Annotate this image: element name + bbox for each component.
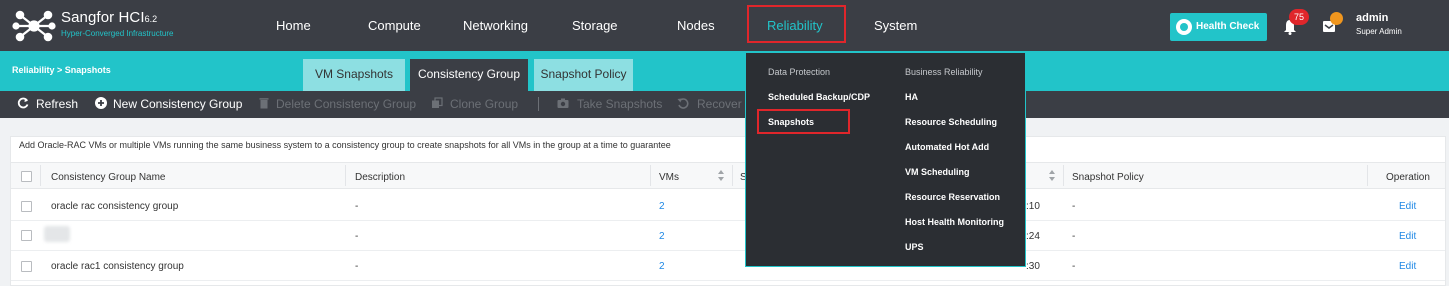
group-name-cell: oracle rac consistency group — [51, 201, 179, 212]
add-circle-icon — [95, 97, 107, 109]
vm-count-link[interactable]: 2 — [659, 231, 665, 242]
snapshot-policy-cell: - — [1072, 201, 1076, 212]
tab-snapshot-policy[interactable]: Snapshot Policy — [534, 59, 633, 91]
column-divider — [345, 165, 346, 186]
business-reliability-heading: Business Reliability — [905, 67, 983, 77]
info-text: Add Oracle-RAC VMs or multiple VMs runni… — [19, 140, 671, 150]
toolbar-divider — [538, 97, 539, 111]
menu-item-automated-hot-add[interactable]: Automated Hot Add — [905, 142, 989, 152]
column-header-vms[interactable]: VMs — [659, 172, 679, 183]
edit-link[interactable]: Edit — [1399, 231, 1416, 242]
breadcrumb: Reliability > Snapshots — [12, 65, 111, 75]
user-menu[interactable]: admin Super Admin — [1356, 12, 1402, 36]
row-checkbox[interactable] — [21, 261, 32, 272]
time-cell: :24 — [1026, 231, 1040, 242]
table-header — [11, 162, 1445, 189]
table-panel — [10, 136, 1446, 286]
column-divider — [40, 165, 41, 186]
nav-networking[interactable]: Networking — [463, 0, 528, 51]
description-cell: - — [355, 261, 359, 272]
column-divider — [650, 165, 651, 186]
column-header-operation: Operation — [1386, 172, 1430, 183]
menu-item-vm-scheduling[interactable]: VM Scheduling — [905, 167, 970, 177]
tab-vm-snapshots[interactable]: VM Snapshots — [303, 59, 405, 91]
menu-item-scheduled-backup[interactable]: Scheduled Backup/CDP — [768, 92, 870, 102]
nav-home[interactable]: Home — [276, 0, 311, 51]
snapshot-policy-cell: - — [1072, 261, 1076, 272]
brand: Sangfor HCI6.2 Hyper-Converged Infrastru… — [61, 9, 174, 38]
trash-icon — [259, 98, 269, 109]
data-protection-heading: Data Protection — [768, 67, 831, 77]
health-check-button[interactable]: Health Check — [1170, 13, 1267, 41]
row-divider — [11, 250, 1445, 251]
row-checkbox[interactable] — [21, 230, 32, 241]
description-cell: - — [355, 201, 359, 212]
health-check-label: Health Check — [1196, 21, 1260, 32]
snapshot-policy-cell: - — [1072, 231, 1076, 242]
refresh-icon — [17, 97, 29, 109]
redacted-name — [44, 226, 70, 242]
sort-icon[interactable] — [718, 170, 724, 181]
column-header-name[interactable]: Consistency Group Name — [51, 172, 166, 183]
vm-count-link[interactable]: 2 — [659, 261, 665, 272]
refresh-button[interactable]: Refresh — [36, 91, 78, 118]
edit-link[interactable]: Edit — [1399, 261, 1416, 272]
recover-button[interactable]: Recover — [697, 91, 742, 118]
clone-icon — [432, 97, 443, 108]
new-consistency-group-button[interactable]: New Consistency Group — [113, 91, 242, 118]
menu-item-ha[interactable]: HA — [905, 92, 918, 102]
menu-item-resource-scheduling[interactable]: Resource Scheduling — [905, 117, 997, 127]
snapshots-highlight-box — [757, 109, 850, 134]
tab-bar — [0, 51, 1449, 91]
menu-item-host-health-monitoring[interactable]: Host Health Monitoring — [905, 217, 1004, 227]
column-divider — [1367, 165, 1368, 186]
select-all-checkbox[interactable] — [21, 171, 32, 182]
notification-dot — [1330, 12, 1343, 25]
nav-nodes[interactable]: Nodes — [677, 0, 715, 51]
column-header-description[interactable]: Description — [355, 172, 405, 183]
nav-storage[interactable]: Storage — [572, 0, 618, 51]
time-cell: :30 — [1026, 261, 1040, 272]
menu-item-resource-reservation[interactable]: Resource Reservation — [905, 192, 1000, 202]
column-divider — [1063, 165, 1064, 186]
reliability-dropdown-menu — [745, 52, 1026, 267]
sangfor-logo-icon — [12, 10, 56, 42]
group-name-cell: oracle rac1 consistency group — [51, 261, 184, 272]
column-divider — [732, 165, 733, 186]
delete-consistency-group-button[interactable]: Delete Consistency Group — [276, 91, 416, 118]
tab-consistency-group[interactable]: Consistency Group — [410, 59, 528, 91]
time-cell: :10 — [1026, 201, 1040, 212]
camera-icon — [557, 98, 569, 108]
brand-name: Sangfor HCI — [61, 9, 145, 26]
nav-compute[interactable]: Compute — [368, 0, 421, 51]
alert-count-badge: 75 — [1289, 9, 1309, 25]
vm-count-link[interactable]: 2 — [659, 201, 665, 212]
brand-subtitle: Hyper-Converged Infrastructure — [61, 29, 174, 38]
brand-version: 6.2 — [144, 14, 158, 24]
nav-system[interactable]: System — [874, 0, 917, 51]
row-divider — [11, 280, 1445, 281]
take-snapshots-button[interactable]: Take Snapshots — [577, 91, 662, 118]
row-divider — [11, 220, 1445, 221]
column-header-snapshot-policy[interactable]: Snapshot Policy — [1072, 172, 1144, 183]
clone-group-button[interactable]: Clone Group — [450, 91, 518, 118]
health-check-icon — [1176, 19, 1192, 35]
edit-link[interactable]: Edit — [1399, 201, 1416, 212]
description-cell: - — [355, 231, 359, 242]
sort-icon[interactable] — [1049, 170, 1055, 181]
user-role: Super Admin — [1356, 27, 1402, 36]
menu-item-ups[interactable]: UPS — [905, 242, 924, 252]
row-checkbox[interactable] — [21, 201, 32, 212]
recover-icon — [677, 98, 689, 109]
username: admin — [1356, 12, 1389, 24]
reliability-highlight-box — [747, 5, 846, 43]
